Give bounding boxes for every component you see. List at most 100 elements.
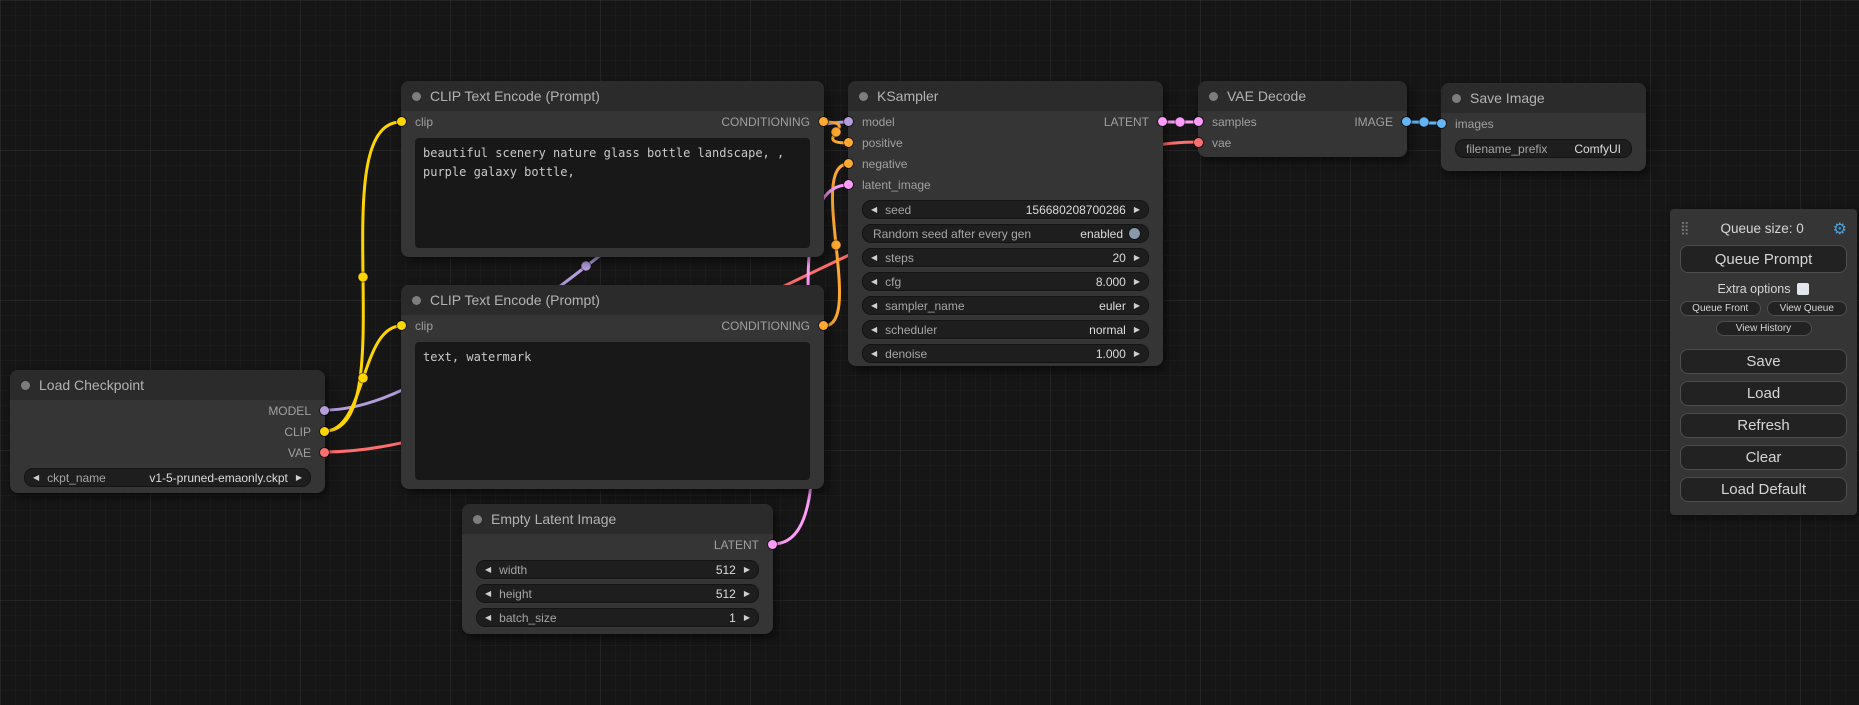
load-default-button[interactable]: Load Default [1680,477,1847,502]
input-slot-label: vae [1212,136,1231,150]
output-slot-clip[interactable] [320,427,329,436]
sampler-name-widget[interactable]: ◀ sampler_name euler ▶ [862,296,1149,315]
decrement-arrow-icon[interactable]: ◀ [871,253,877,262]
node-title-bar[interactable]: CLIP Text Encode (Prompt) [401,285,824,315]
output-slot-label: CONDITIONING [721,319,810,333]
load-button[interactable]: Load [1680,381,1847,406]
increment-arrow-icon[interactable]: ▶ [1134,325,1140,334]
output-slot-image[interactable] [1402,117,1411,126]
increment-arrow-icon[interactable]: ▶ [744,565,750,574]
seed-widget[interactable]: ◀ seed 156680208700286 ▶ [862,200,1149,219]
input-slot-vae[interactable] [1194,138,1203,147]
increment-arrow-icon[interactable]: ▶ [1134,301,1140,310]
input-slot-clip[interactable] [397,117,406,126]
node-title: Empty Latent Image [491,511,616,527]
node-empty-latent-image[interactable]: Empty Latent Image LATENT ◀ width 512 ▶ … [462,504,773,634]
input-slot-clip[interactable] [397,321,406,330]
increment-arrow-icon[interactable]: ▶ [1134,349,1140,358]
comfyui-canvas[interactable]: { "colors": { "MODEL": "#B39DDB", "CLIP"… [0,0,1859,705]
positive-prompt-textarea[interactable]: beautiful scenery nature glass bottle la… [415,138,810,248]
node-title-bar[interactable]: Empty Latent Image [462,504,773,534]
output-slot-vae[interactable] [320,448,329,457]
decrement-arrow-icon[interactable]: ◀ [33,473,39,482]
ckpt-name-widget[interactable]: ◀ ckpt_name v1-5-pruned-emaonly.ckpt ▶ [24,468,311,487]
widget-value: normal [1089,323,1126,337]
collapse-toggle-icon[interactable] [412,296,421,305]
input-slot-samples[interactable] [1194,117,1203,126]
scheduler-widget[interactable]: ◀ scheduler normal ▶ [862,320,1149,339]
node-clip-text-encode-positive[interactable]: CLIP Text Encode (Prompt) clip CONDITION… [401,81,824,257]
collapse-toggle-icon[interactable] [473,515,482,524]
node-title-bar[interactable]: KSampler [848,81,1163,111]
view-history-button[interactable]: View History [1716,321,1812,336]
decrement-arrow-icon[interactable]: ◀ [871,277,877,286]
increment-arrow-icon[interactable]: ▶ [1134,205,1140,214]
node-save-image[interactable]: Save Image images filename_prefix ComfyU… [1441,83,1646,171]
decrement-arrow-icon[interactable]: ◀ [871,205,877,214]
widget-name: Random seed after every gen [873,227,1031,241]
increment-arrow-icon[interactable]: ▶ [1134,253,1140,262]
save-button[interactable]: Save [1680,349,1847,374]
extra-options-checkbox[interactable] [1797,283,1809,295]
widget-value: euler [1099,299,1126,313]
widget-value: 8.000 [1096,275,1126,289]
menu-drag-handle-icon[interactable]: ⣿ [1680,221,1690,236]
steps-widget[interactable]: ◀ steps 20 ▶ [862,248,1149,267]
increment-arrow-icon[interactable]: ▶ [1134,277,1140,286]
node-load-checkpoint[interactable]: Load Checkpoint MODEL CLIP VAE ◀ ckpt_na… [10,370,325,493]
input-slot-label: positive [862,136,903,150]
output-slot-conditioning[interactable] [819,117,828,126]
denoise-widget[interactable]: ◀ denoise 1.000 ▶ [862,344,1149,363]
filename-prefix-widget[interactable]: filename_prefix ComfyUI [1455,139,1632,158]
increment-arrow-icon[interactable]: ▶ [744,613,750,622]
input-slot-model[interactable] [844,117,853,126]
widget-value: 20 [1112,251,1125,265]
decrement-arrow-icon[interactable]: ◀ [871,349,877,358]
refresh-button[interactable]: Refresh [1680,413,1847,438]
collapse-toggle-icon[interactable] [412,92,421,101]
collapse-toggle-icon[interactable] [1209,92,1218,101]
increment-arrow-icon[interactable]: ▶ [744,589,750,598]
decrement-arrow-icon[interactable]: ◀ [871,301,877,310]
random-seed-toggle[interactable]: Random seed after every gen enabled [862,224,1149,243]
cfg-widget[interactable]: ◀ cfg 8.000 ▶ [862,272,1149,291]
view-queue-button[interactable]: View Queue [1767,301,1848,316]
widget-name: scheduler [885,323,937,337]
output-slot-model[interactable] [320,406,329,415]
node-title-bar[interactable]: CLIP Text Encode (Prompt) [401,81,824,111]
decrement-arrow-icon[interactable]: ◀ [485,589,491,598]
node-ksampler[interactable]: KSampler model LATENT positive negative … [848,81,1163,366]
negative-prompt-textarea[interactable]: text, watermark [415,342,810,480]
input-slot-images[interactable] [1437,119,1446,128]
output-slot-label: IMAGE [1354,115,1393,129]
input-slot-latent-image[interactable] [844,180,853,189]
queue-prompt-button[interactable]: Queue Prompt [1680,245,1847,273]
batch-size-widget[interactable]: ◀ batch_size 1 ▶ [476,608,759,627]
clear-button[interactable]: Clear [1680,445,1847,470]
height-widget[interactable]: ◀ height 512 ▶ [476,584,759,603]
collapse-toggle-icon[interactable] [859,92,868,101]
increment-arrow-icon[interactable]: ▶ [296,473,302,482]
output-slot-latent[interactable] [768,540,777,549]
output-slot-conditioning[interactable] [819,321,828,330]
queue-front-button[interactable]: Queue Front [1680,301,1761,316]
node-title-bar[interactable]: Load Checkpoint [10,370,325,400]
decrement-arrow-icon[interactable]: ◀ [871,325,877,334]
decrement-arrow-icon[interactable]: ◀ [485,565,491,574]
widget-name: steps [885,251,914,265]
node-title-bar[interactable]: Save Image [1441,83,1646,113]
output-slot-latent[interactable] [1158,117,1167,126]
widget-value: 156680208700286 [1026,203,1126,217]
node-clip-text-encode-negative[interactable]: CLIP Text Encode (Prompt) clip CONDITION… [401,285,824,489]
decrement-arrow-icon[interactable]: ◀ [485,613,491,622]
input-slot-negative[interactable] [844,159,853,168]
node-vae-decode[interactable]: VAE Decode samples IMAGE vae [1198,81,1407,157]
input-slot-positive[interactable] [844,138,853,147]
collapse-toggle-icon[interactable] [1452,94,1461,103]
wire-midpoint-dot [831,127,841,137]
width-widget[interactable]: ◀ width 512 ▶ [476,560,759,579]
node-title-bar[interactable]: VAE Decode [1198,81,1407,111]
node-title: CLIP Text Encode (Prompt) [430,88,600,104]
collapse-toggle-icon[interactable] [21,381,30,390]
settings-gear-icon[interactable]: ⚙ [1833,219,1847,238]
